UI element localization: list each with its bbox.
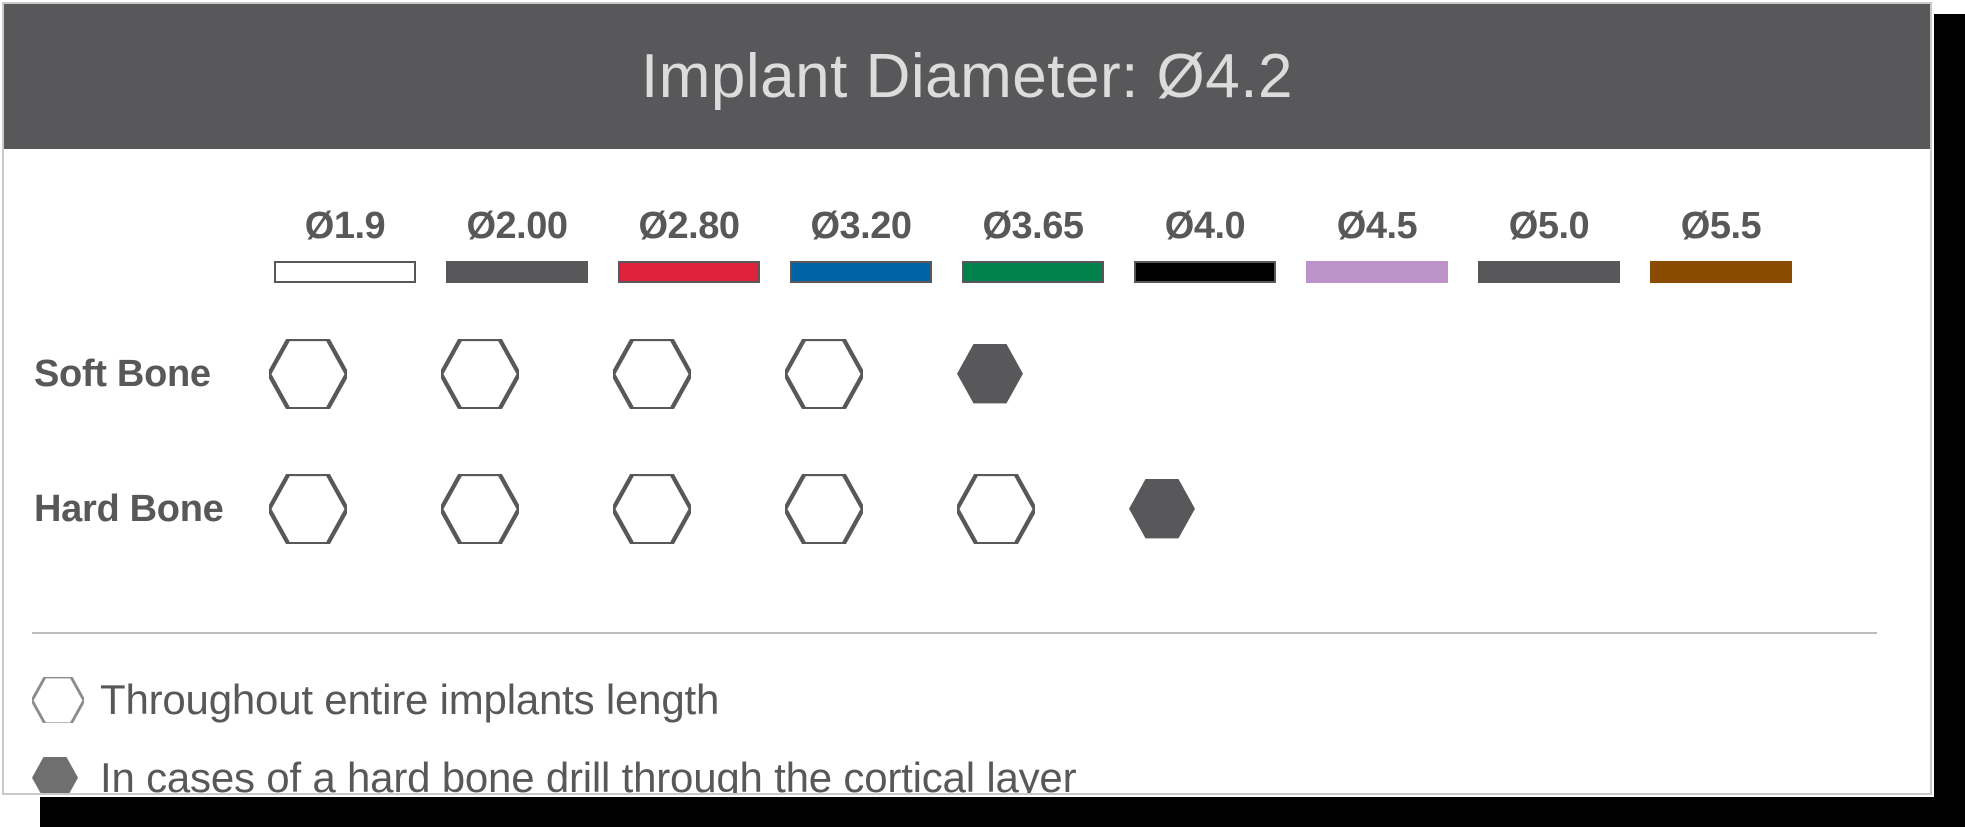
column-color-bar [446, 261, 588, 283]
column-header-cell: Ø4.5 [1291, 207, 1463, 283]
column-header-row: Ø1.9 Ø2.00 Ø2.80 Ø3.20 Ø3.65 Ø4.0 Ø4.5 Ø… [4, 173, 1930, 283]
column-label: Ø3.65 [982, 205, 1084, 247]
column-header-cell: Ø3.65 [947, 207, 1119, 283]
column-label: Ø2.00 [466, 205, 568, 247]
mark-cell [1291, 449, 1463, 569]
card-shadow-right [1934, 14, 1965, 827]
legend-item: In cases of a hard bone drill through th… [32, 739, 1832, 795]
hexagon-outline-icon [603, 449, 775, 569]
hexagon-outline-icon [603, 314, 775, 434]
hexagon-outline-icon [259, 449, 431, 569]
mark-cell [1463, 449, 1635, 569]
screenshot-root: Implant Diameter: Ø4.2 Ø1.9 Ø2.00 Ø2.80 [0, 0, 1965, 827]
table-row: Soft Bone [4, 314, 1930, 434]
hexagon-outline-icon [32, 676, 100, 724]
table-row: Hard Bone [4, 449, 1930, 569]
column-label: Ø4.0 [1164, 205, 1246, 247]
section-divider [32, 632, 1877, 634]
card-shadow-bottom [40, 797, 1965, 827]
hexagon-filled-icon [947, 314, 1119, 434]
page-title: Implant Diameter: Ø4.2 [641, 41, 1293, 111]
column-header-cell: Ø1.9 [259, 207, 431, 283]
column-label: Ø4.5 [1336, 205, 1418, 247]
mark-cell [1463, 314, 1635, 434]
hexagon-outline-icon [947, 449, 1119, 569]
legend-item: Throughout entire implants length [32, 661, 1832, 739]
hexagon-filled-icon [32, 757, 100, 793]
column-header-cell: Ø5.5 [1635, 207, 1807, 283]
hexagon-outline-icon [431, 314, 603, 434]
legend-label: In cases of a hard bone drill through th… [100, 754, 1077, 795]
column-label: Ø2.80 [638, 205, 740, 247]
column-label: Ø5.0 [1508, 205, 1590, 247]
column-color-bar [1650, 261, 1792, 283]
legend: Throughout entire implants length In cas… [32, 661, 1832, 795]
column-header-cell: Ø4.0 [1119, 207, 1291, 283]
hexagon-outline-icon [431, 449, 603, 569]
hexagon-outline-icon [259, 314, 431, 434]
column-header-cell: Ø2.80 [603, 207, 775, 283]
column-color-bar [1478, 261, 1620, 283]
column-label: Ø3.20 [810, 205, 912, 247]
column-color-bar [274, 261, 416, 283]
legend-label: Throughout entire implants length [100, 676, 720, 723]
card-header: Implant Diameter: Ø4.2 [4, 4, 1930, 149]
implant-diameter-card: Implant Diameter: Ø4.2 Ø1.9 Ø2.00 Ø2.80 [2, 2, 1932, 795]
column-color-bar [962, 261, 1104, 283]
hexagon-outline-icon [775, 449, 947, 569]
column-header-cell: Ø5.0 [1463, 207, 1635, 283]
row-label-soft-bone: Soft Bone [34, 352, 211, 395]
column-color-bar [1134, 261, 1276, 283]
mark-cell [1635, 449, 1807, 569]
column-color-bar [790, 261, 932, 283]
column-label: Ø1.9 [304, 205, 386, 247]
hexagon-filled-icon [1119, 449, 1291, 569]
hexagon-outline-icon [775, 314, 947, 434]
row-label-hard-bone: Hard Bone [34, 487, 224, 530]
column-header-cell: Ø3.20 [775, 207, 947, 283]
card-body: Ø1.9 Ø2.00 Ø2.80 Ø3.20 Ø3.65 Ø4.0 Ø4.5 Ø… [4, 149, 1930, 793]
mark-cell [1119, 314, 1291, 434]
column-header-cell: Ø2.00 [431, 207, 603, 283]
column-color-bar [618, 261, 760, 283]
mark-cell [1635, 314, 1807, 434]
column-label: Ø5.5 [1680, 205, 1762, 247]
column-color-bar [1306, 261, 1448, 283]
mark-cell [1291, 314, 1463, 434]
